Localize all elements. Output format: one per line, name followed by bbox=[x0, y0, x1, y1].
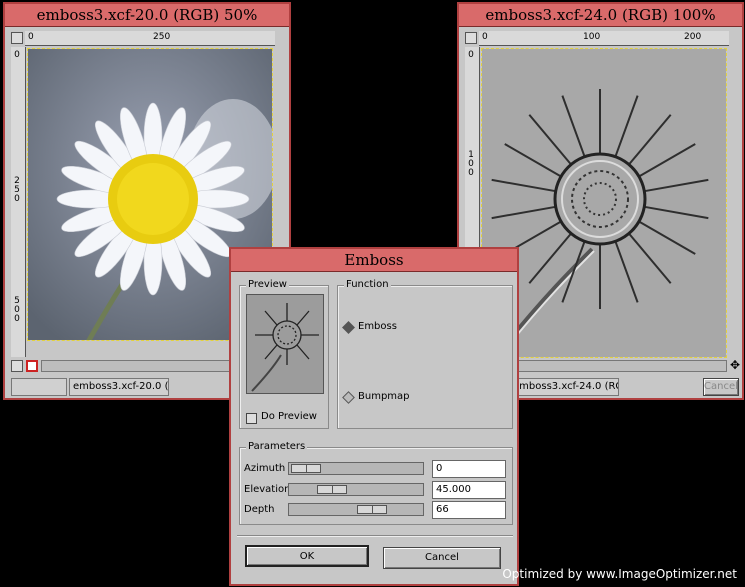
quickmask-on-icon[interactable] bbox=[26, 360, 38, 372]
status-bar bbox=[11, 378, 67, 396]
watermark-text: Optimized by www.ImageOptimizer.net bbox=[502, 567, 737, 581]
function-frame-title: Function bbox=[344, 279, 391, 290]
button-divider bbox=[237, 535, 513, 537]
emboss-radio-label[interactable]: Emboss bbox=[358, 321, 397, 332]
ruler-label: 0 bbox=[468, 50, 474, 60]
elevation-slider[interactable] bbox=[288, 483, 424, 496]
ruler-label: 100 bbox=[583, 32, 601, 42]
preview-image bbox=[246, 294, 324, 394]
horizontal-ruler: 0 250 bbox=[25, 31, 275, 46]
window-title-left[interactable]: emboss3.xcf-20.0 (RGB) 50% bbox=[5, 4, 289, 27]
azimuth-label: Azimuth bbox=[244, 463, 286, 474]
depth-input[interactable]: 66 bbox=[432, 501, 506, 519]
horizontal-ruler: 0 100 200 bbox=[479, 31, 729, 46]
preview-frame: Preview Do Preview bbox=[239, 279, 329, 429]
depth-label: Depth bbox=[244, 504, 275, 515]
cancel-button[interactable]: Cancel bbox=[703, 378, 739, 396]
function-frame: Function Emboss Bumpmap bbox=[337, 279, 513, 429]
elevation-label: Elevation bbox=[244, 484, 291, 495]
ruler-corner[interactable] bbox=[465, 32, 477, 44]
vertical-ruler: 0 250 500 bbox=[11, 47, 26, 357]
horizontal-scrollbar[interactable] bbox=[495, 360, 727, 372]
ruler-corner[interactable] bbox=[11, 32, 23, 44]
emboss-dialog[interactable]: Emboss Preview Do Preview Function Embos… bbox=[229, 247, 519, 586]
preview-frame-title: Preview bbox=[246, 279, 289, 290]
window-title-right[interactable]: emboss3.xcf-24.0 (RGB) 100% bbox=[459, 4, 742, 27]
slider-thumb[interactable] bbox=[357, 505, 388, 514]
do-preview-checkbox[interactable] bbox=[246, 413, 257, 424]
bumpmap-radio-label[interactable]: Bumpmap bbox=[358, 391, 410, 402]
bumpmap-radio[interactable] bbox=[342, 391, 355, 404]
cancel-button[interactable]: Cancel bbox=[383, 547, 501, 569]
ruler-label: 500 bbox=[14, 296, 20, 324]
status-title: emboss3.xcf-20.0 ( bbox=[69, 378, 169, 396]
dialog-title[interactable]: Emboss bbox=[231, 249, 517, 272]
ruler-label: 250 bbox=[153, 32, 171, 42]
slider-thumb[interactable] bbox=[291, 464, 321, 473]
status-title: emboss3.xcf-24.0 (RG bbox=[509, 378, 619, 396]
azimuth-input[interactable]: 0 bbox=[432, 460, 506, 478]
navigate-icon[interactable]: ✥ bbox=[729, 359, 741, 372]
ruler-label: 0 bbox=[28, 32, 34, 42]
depth-slider[interactable] bbox=[288, 503, 424, 516]
ruler-label: 0 bbox=[482, 32, 488, 42]
emboss-radio[interactable] bbox=[342, 321, 355, 334]
slider-thumb[interactable] bbox=[316, 485, 347, 494]
do-preview-label[interactable]: Do Preview bbox=[261, 411, 317, 422]
ruler-label: 100 bbox=[468, 150, 474, 178]
parameters-frame: Parameters Azimuth 0 Elevation 45.000 De… bbox=[239, 441, 513, 525]
azimuth-slider[interactable] bbox=[288, 462, 424, 475]
ruler-label: 0 bbox=[14, 50, 20, 60]
quickmask-off-icon[interactable] bbox=[11, 360, 23, 372]
parameters-frame-title: Parameters bbox=[246, 441, 308, 452]
ruler-label: 250 bbox=[14, 176, 20, 204]
elevation-input[interactable]: 45.000 bbox=[432, 481, 506, 499]
ok-button[interactable]: OK bbox=[245, 545, 369, 567]
ruler-label: 200 bbox=[684, 32, 702, 42]
